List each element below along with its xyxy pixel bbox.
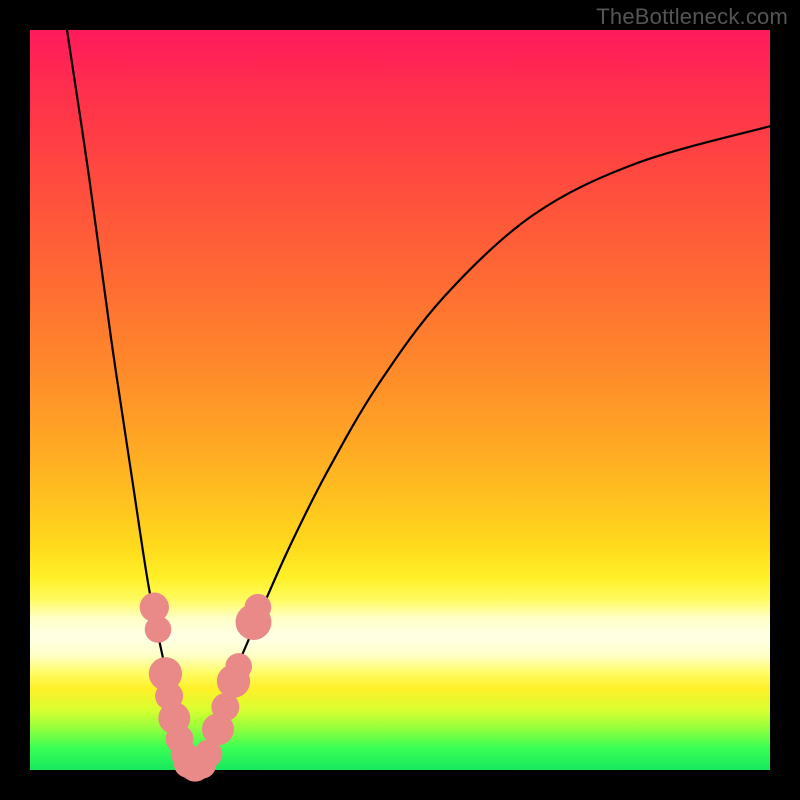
sample-point (245, 594, 272, 621)
chart-svg (30, 30, 770, 770)
outer-frame: TheBottleneck.com (0, 0, 800, 800)
sample-point (145, 616, 172, 643)
marker-layer (140, 593, 272, 782)
watermark-text: TheBottleneck.com (596, 4, 788, 30)
left-branch-curve (67, 30, 193, 770)
plot-area (30, 30, 770, 770)
right-branch-curve (193, 126, 770, 770)
sample-point (225, 653, 252, 680)
